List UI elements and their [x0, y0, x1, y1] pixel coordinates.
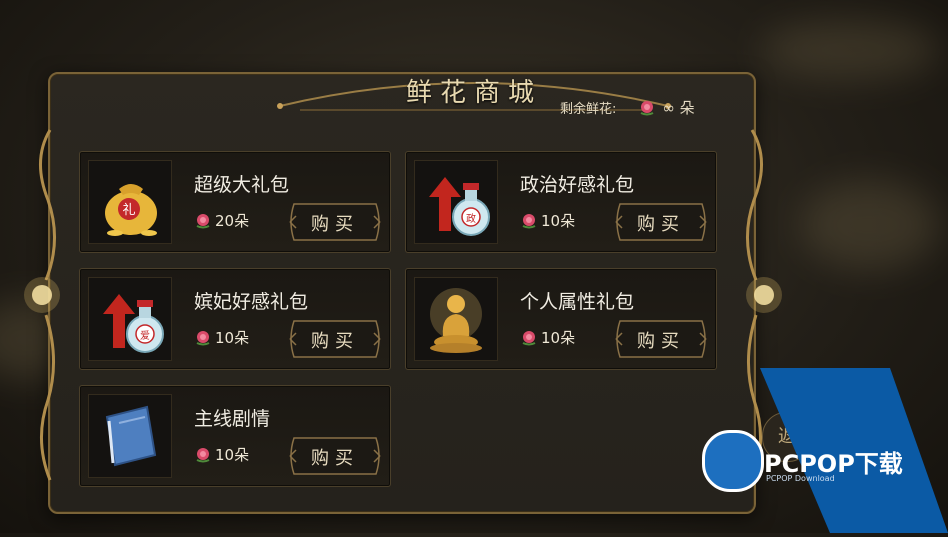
politics-potion-icon: 政: [414, 160, 498, 244]
item-price-value: 10朵: [215, 329, 250, 347]
buy-button[interactable]: 购买: [286, 436, 384, 476]
item-price: 10朵: [520, 327, 575, 348]
buy-label: 购买: [637, 331, 685, 352]
flower-icon: [194, 447, 212, 463]
item-name: 超级大礼包: [194, 174, 290, 196]
item-name: 主线剧情: [194, 408, 271, 430]
item-name: 政治好感礼包: [520, 174, 635, 196]
background-cloud: [800, 180, 940, 270]
buy-label: 购买: [311, 331, 359, 352]
buy-label: 购买: [637, 214, 685, 235]
remaining-label: 剩余鲜花:: [560, 102, 617, 117]
background-cloud: [760, 20, 940, 80]
gift-card-consort: 爱 嫔妃好感礼包 10朵 购买: [79, 268, 391, 370]
item-price-value: 10朵: [215, 446, 250, 464]
money-bag-icon: 礼: [88, 160, 172, 244]
item-price-value: 20朵: [215, 212, 250, 230]
watermark-sub: PCPOP Download: [766, 474, 835, 483]
love-potion-icon: 爱: [88, 277, 172, 361]
item-price: 10朵: [194, 444, 249, 465]
remaining-flowers: 剩余鲜花: ∞ 朵: [560, 97, 695, 118]
flower-icon: [520, 330, 538, 346]
watermark: PCPOP下载 PCPOP Download: [702, 368, 948, 533]
gift-card-attributes: 个人属性礼包 10朵 购买: [405, 268, 717, 370]
flower-icon: [194, 213, 212, 229]
buy-button[interactable]: 购买: [286, 202, 384, 242]
buy-button[interactable]: 购买: [286, 319, 384, 359]
story-book-icon: [88, 394, 172, 478]
item-price-value: 10朵: [541, 329, 576, 347]
svg-text:礼: 礼: [122, 202, 135, 218]
remaining-value: ∞ 朵: [662, 99, 695, 117]
story-card: 主线剧情 10朵 购买: [79, 385, 391, 487]
item-name: 个人属性礼包: [520, 291, 635, 313]
item-name: 嫔妃好感礼包: [194, 291, 309, 313]
flower-icon: [638, 100, 656, 116]
item-price: 10朵: [194, 327, 249, 348]
flower-icon: [194, 330, 212, 346]
item-price: 10朵: [520, 210, 575, 231]
gift-card-politics: 政 政治好感礼包 10朵 购买: [405, 151, 717, 253]
buy-label: 购买: [311, 214, 359, 235]
gift-card-super: 礼 超级大礼包 20朵 购买: [79, 151, 391, 253]
buy-button[interactable]: 购买: [612, 202, 710, 242]
item-price: 20朵: [194, 210, 249, 231]
buy-label: 购买: [311, 448, 359, 469]
svg-text:政: 政: [466, 212, 476, 225]
buy-button[interactable]: 购买: [612, 319, 710, 359]
item-price-value: 10朵: [541, 212, 576, 230]
svg-text:爱: 爱: [140, 329, 150, 342]
left-ornament: [24, 129, 60, 481]
flower-icon: [520, 213, 538, 229]
pcpop-logo-icon: [702, 430, 764, 492]
golden-buddha-icon: [414, 277, 498, 361]
